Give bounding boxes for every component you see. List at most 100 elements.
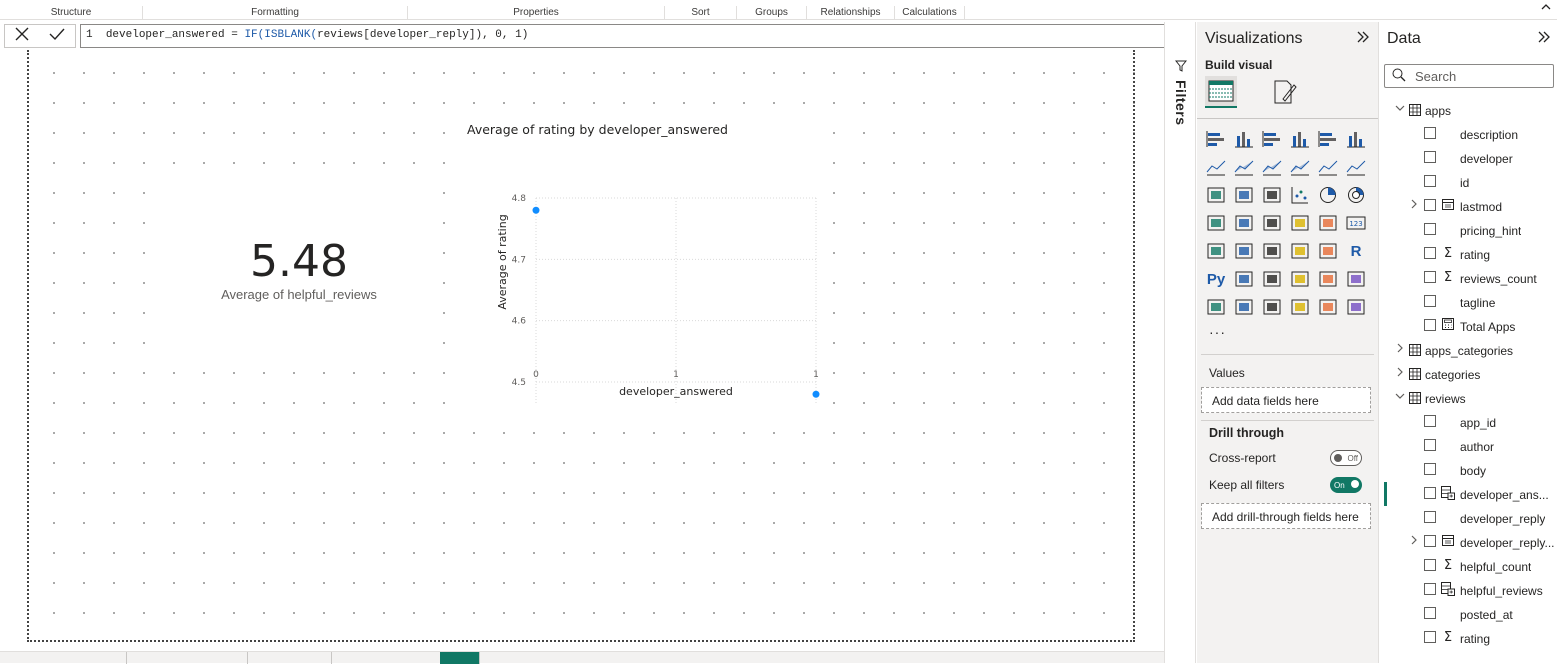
table-node-apps_categories[interactable]: apps_categories (1379, 338, 1557, 362)
field-node-developer_ans...[interactable]: developer_ans... (1379, 482, 1557, 506)
donut-icon[interactable] (1345, 184, 1367, 206)
field-node-helpful_reviews[interactable]: helpful_reviews (1379, 578, 1557, 602)
field-checkbox[interactable] (1424, 223, 1436, 235)
scatter-chart-visual[interactable]: Average of rating by developer_answered … (459, 110, 831, 408)
filled-map-icon[interactable] (1261, 212, 1283, 234)
custom-visual-3-icon[interactable] (1345, 296, 1367, 318)
clustered-column-icon[interactable] (1289, 128, 1311, 150)
table-node-reviews[interactable]: reviews (1379, 386, 1557, 410)
page-tab[interactable] (127, 652, 248, 664)
custom-visual-1-icon[interactable] (1289, 296, 1311, 318)
field-checkbox[interactable] (1424, 559, 1436, 571)
r-visual-icon[interactable]: R (1345, 240, 1367, 262)
line-and-clustered-column-icon[interactable] (1345, 156, 1367, 178)
line-icon[interactable] (1205, 156, 1227, 178)
field-checkbox[interactable] (1424, 319, 1436, 331)
report-page[interactable]: 5.48 Average of helpful_reviews Average … (27, 50, 1135, 642)
card-visual[interactable]: 5.48 Average of helpful_reviews (169, 180, 429, 350)
field-node-author[interactable]: author (1379, 434, 1557, 458)
field-node-rating[interactable]: Σrating (1379, 242, 1557, 266)
chevron-right-icon[interactable] (1395, 367, 1405, 380)
dax-formula-input[interactable]: 1 developer_answered = IF(ISBLANK(review… (80, 24, 1190, 48)
treemap-icon[interactable] (1205, 212, 1227, 234)
field-node-posted_at[interactable]: posted_at (1379, 602, 1557, 626)
values-field-well[interactable]: Add data fields here (1201, 387, 1371, 413)
stacked-column-icon[interactable] (1233, 128, 1255, 150)
multi-row-card-icon[interactable] (1205, 240, 1227, 262)
ribbon-icon[interactable] (1205, 184, 1227, 206)
field-node-body[interactable]: body (1379, 458, 1557, 482)
paginated-report-icon[interactable] (1205, 296, 1227, 318)
field-node-developer_reply...[interactable]: developer_reply... (1379, 530, 1557, 554)
table-node-categories[interactable]: categories (1379, 362, 1557, 386)
map-icon[interactable] (1233, 212, 1255, 234)
table-icon[interactable] (1289, 240, 1311, 262)
field-checkbox[interactable] (1424, 175, 1436, 187)
chevron-right-icon[interactable] (1395, 343, 1405, 356)
build-visual-tab[interactable] (1205, 76, 1237, 108)
data-search-input[interactable]: Search (1384, 64, 1554, 88)
add-page-button[interactable] (440, 652, 480, 664)
field-node-reviews_count[interactable]: Σreviews_count (1379, 266, 1557, 290)
power-automate-icon[interactable] (1261, 296, 1283, 318)
field-checkbox[interactable] (1424, 151, 1436, 163)
collapse-data-pane-icon[interactable] (1537, 30, 1551, 46)
kpi-icon[interactable] (1233, 240, 1255, 262)
field-checkbox[interactable] (1424, 583, 1436, 595)
format-visual-tab[interactable] (1269, 76, 1301, 108)
page-nav-tab[interactable] (0, 652, 127, 664)
field-checkbox[interactable] (1424, 415, 1436, 427)
field-node-id[interactable]: id (1379, 170, 1557, 194)
power-apps-icon[interactable] (1233, 296, 1255, 318)
field-checkbox[interactable] (1424, 535, 1436, 547)
page-tab[interactable] (248, 652, 332, 664)
field-checkbox[interactable] (1424, 607, 1436, 619)
field-node-Total Apps[interactable]: Total Apps (1379, 314, 1557, 338)
metrics-icon[interactable] (1345, 268, 1367, 290)
chevron-down-icon[interactable] (1395, 103, 1405, 116)
filters-pane-collapsed[interactable]: Filters (1164, 22, 1196, 663)
field-node-developer[interactable]: developer (1379, 146, 1557, 170)
field-checkbox[interactable] (1424, 247, 1436, 259)
field-checkbox[interactable] (1424, 127, 1436, 139)
field-node-helpful_count[interactable]: Σhelpful_count (1379, 554, 1557, 578)
cross-report-toggle[interactable]: Off (1330, 450, 1362, 466)
custom-visual-2-icon[interactable] (1317, 296, 1339, 318)
waterfall-icon[interactable] (1233, 184, 1255, 206)
field-node-tagline[interactable]: tagline (1379, 290, 1557, 314)
chevron-down-icon[interactable] (1395, 391, 1405, 404)
field-checkbox[interactable] (1424, 271, 1436, 283)
field-node-app_id[interactable]: app_id (1379, 410, 1557, 434)
field-checkbox[interactable] (1424, 631, 1436, 643)
field-checkbox[interactable] (1424, 463, 1436, 475)
decomposition-tree-icon[interactable] (1261, 268, 1283, 290)
field-checkbox[interactable] (1424, 487, 1436, 499)
commit-formula-icon[interactable] (48, 26, 66, 47)
card-icon[interactable]: 123 (1345, 212, 1367, 234)
field-checkbox[interactable] (1424, 439, 1436, 451)
scatter-icon[interactable] (1289, 184, 1311, 206)
pie-icon[interactable] (1317, 184, 1339, 206)
line-and-stacked-column-icon[interactable] (1317, 156, 1339, 178)
field-checkbox[interactable] (1424, 295, 1436, 307)
smart-narrative-icon[interactable] (1317, 268, 1339, 290)
table-node-apps[interactable]: apps (1379, 98, 1557, 122)
cancel-formula-icon[interactable] (14, 26, 30, 47)
field-node-pricing_hint[interactable]: pricing_hint (1379, 218, 1557, 242)
stacked-area-icon[interactable] (1261, 156, 1283, 178)
field-node-lastmod[interactable]: lastmod (1379, 194, 1557, 218)
gauge-icon[interactable] (1317, 212, 1339, 234)
python-visual-icon[interactable]: Py (1205, 268, 1227, 290)
100-stacked-bar-icon[interactable] (1317, 128, 1339, 150)
area-icon[interactable] (1233, 156, 1255, 178)
field-node-rating[interactable]: Σrating (1379, 626, 1557, 650)
field-node-developer_reply[interactable]: developer_reply (1379, 506, 1557, 530)
stacked-bar-icon[interactable] (1205, 128, 1227, 150)
100-stacked-column-icon[interactable] (1345, 128, 1367, 150)
slicer-icon[interactable] (1261, 240, 1283, 262)
matrix-icon[interactable] (1317, 240, 1339, 262)
chevron-right-icon[interactable] (1409, 199, 1419, 212)
key-influencers-icon[interactable] (1233, 268, 1255, 290)
qa-icon[interactable] (1289, 268, 1311, 290)
field-node-description[interactable]: description (1379, 122, 1557, 146)
